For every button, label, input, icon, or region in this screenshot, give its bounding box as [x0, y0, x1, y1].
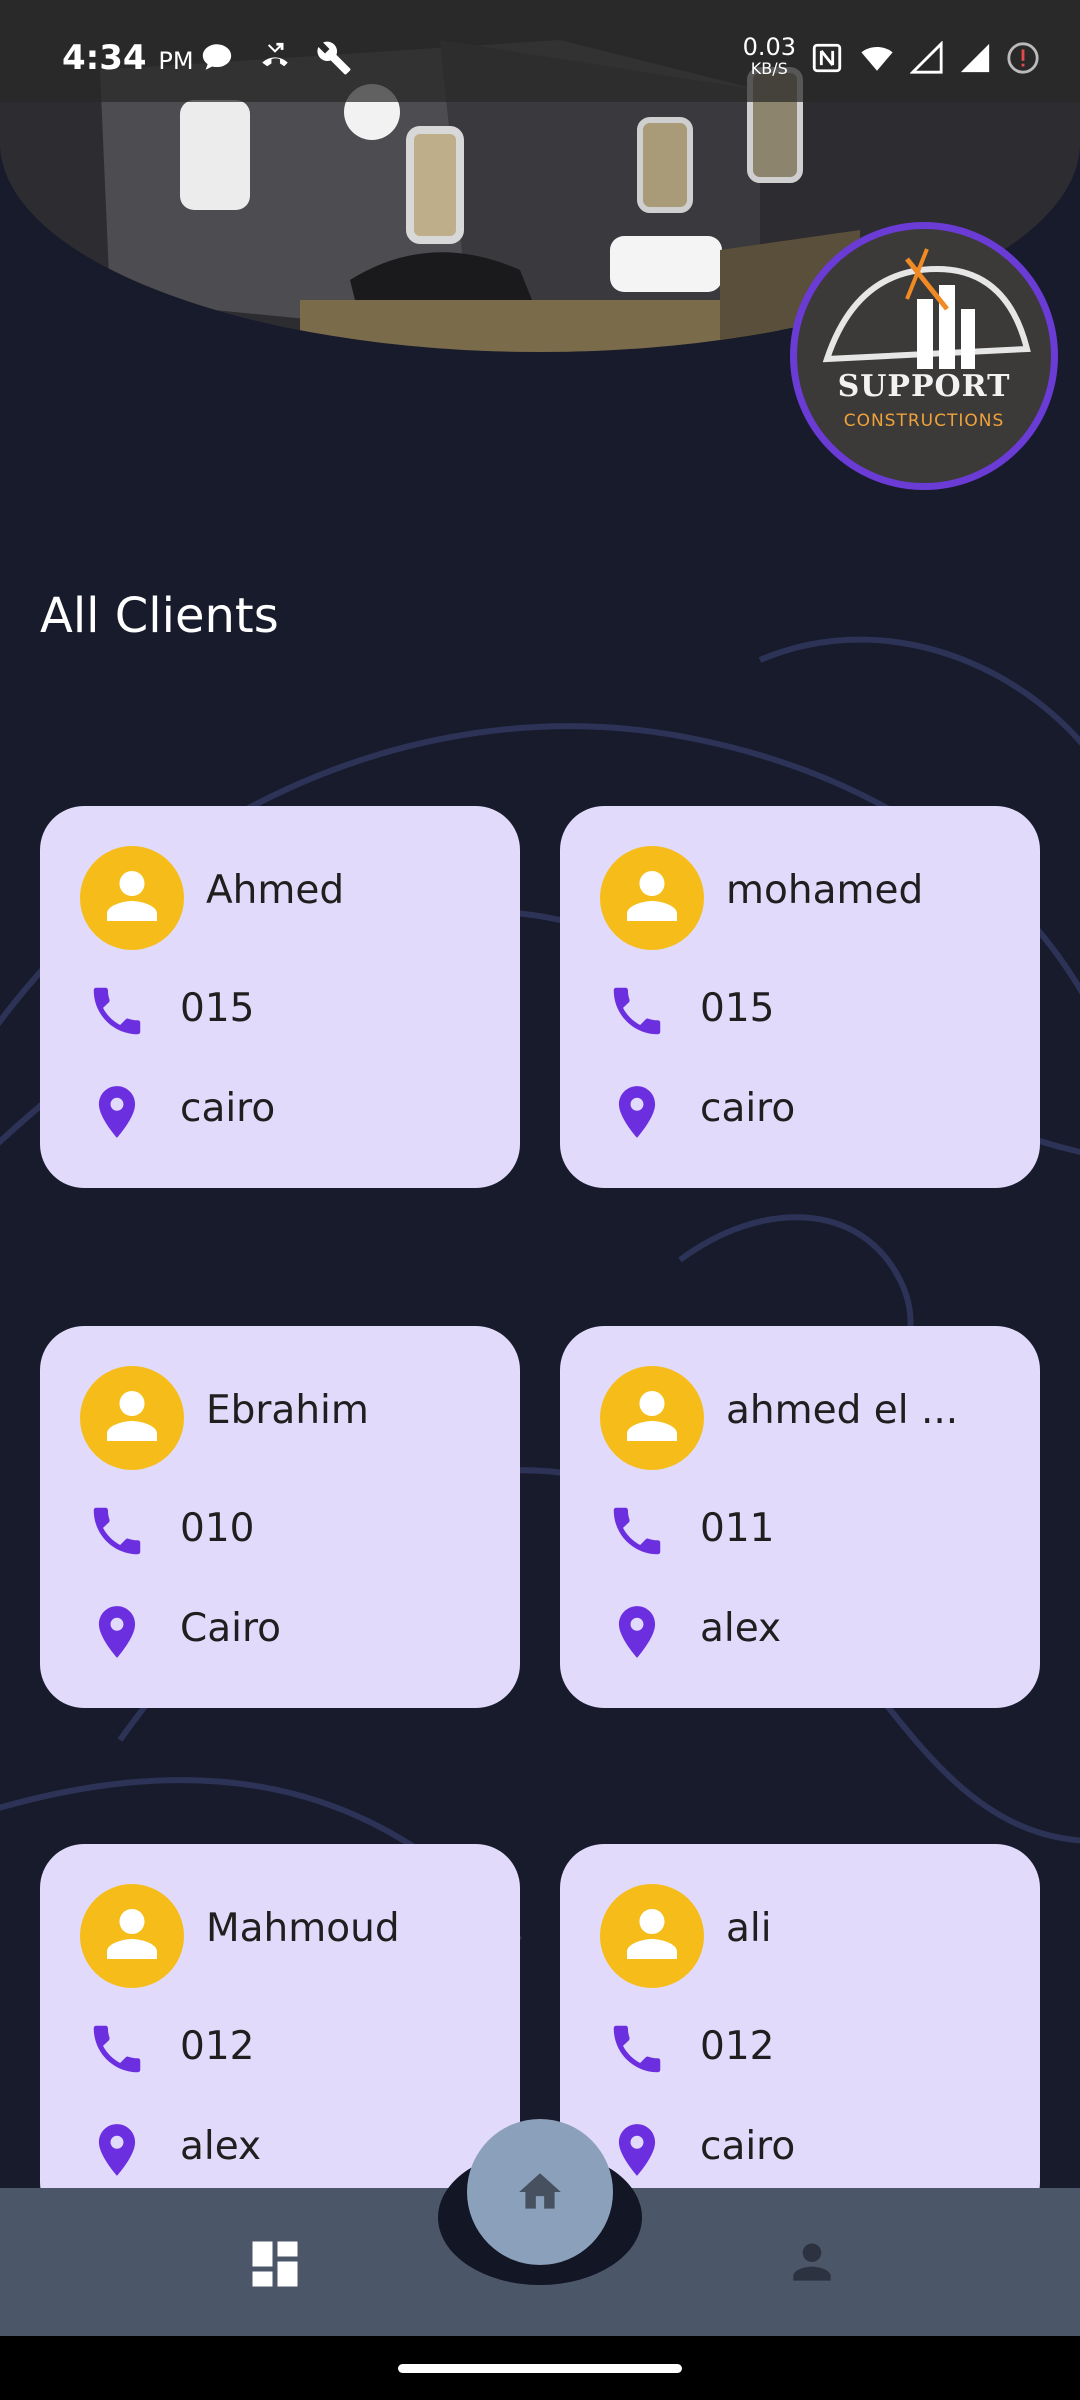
location-pin-icon: [618, 1086, 656, 1138]
person-icon: [107, 1909, 157, 1959]
status-system-icons: 0.03 KB/S: [742, 33, 1040, 80]
status-notification-icons: [200, 40, 352, 76]
client-card[interactable]: ali 012 cairo: [560, 1844, 1040, 2226]
avatar: [80, 1366, 184, 1470]
avatar: [600, 846, 704, 950]
client-city: cairo: [180, 1086, 276, 1131]
client-card[interactable]: ahmed el ... 011 alex: [560, 1326, 1040, 1708]
location-pin-icon: [98, 1606, 136, 1658]
client-card[interactable]: Ahmed 015 cairo: [40, 806, 520, 1188]
time-value: 4:34: [62, 38, 147, 78]
logo-word-constructions: CONSTRUCTIONS: [843, 411, 1005, 431]
logo-word-support: SUPPORT: [837, 369, 1011, 404]
signal-icon: [960, 43, 990, 73]
client-card[interactable]: mohamed 015 cairo: [560, 806, 1040, 1188]
client-phone: 015: [700, 986, 775, 1031]
person-icon[interactable]: [784, 2234, 840, 2290]
wrench-icon: [317, 41, 351, 75]
net-speed-unit: KB/S: [750, 59, 788, 78]
nfc-icon: [812, 43, 842, 73]
person-icon: [627, 1909, 677, 1959]
avatar: [80, 1884, 184, 1988]
person-icon: [627, 871, 677, 921]
client-name: ahmed el ...: [726, 1388, 959, 1433]
wifi-icon: [861, 47, 893, 71]
status-bar: 4:34 PM 0.03 KB/S: [0, 0, 1080, 102]
signal-icon: [910, 41, 943, 74]
avatar: [600, 1884, 704, 1988]
client-name: mohamed: [726, 868, 924, 913]
client-card[interactable]: Ebrahim 010 Cairo: [40, 1326, 520, 1708]
location-pin-icon: [618, 1606, 656, 1658]
location-pin-icon: [98, 2124, 136, 2176]
client-city: alex: [700, 1606, 782, 1651]
client-name: ali: [726, 1906, 772, 1951]
client-phone: 012: [700, 2024, 775, 2069]
net-speed-value: 0.03: [742, 33, 796, 61]
status-time: 4:34 PM: [62, 38, 194, 78]
alert-icon: [1007, 42, 1039, 74]
phone-icon: [93, 2025, 141, 2073]
location-pin-icon: [98, 1086, 136, 1138]
phone-icon: [613, 1507, 661, 1555]
dashboard-icon[interactable]: [245, 2234, 305, 2294]
phone-icon: [613, 987, 661, 1035]
missed-call-icon: [262, 42, 288, 67]
client-phone: 010: [180, 1506, 255, 1551]
phone-icon: [613, 2025, 661, 2073]
company-logo: SUPPORT CONSTRUCTIONS: [790, 222, 1058, 490]
clients-screen: 4:34 PM 0.03 KB/S SUPPORT CONSTRUCTIONS …: [0, 0, 1080, 2400]
time-ampm: PM: [158, 47, 194, 75]
client-phone: 015: [180, 986, 255, 1031]
net-speed: 0.03 KB/S: [742, 33, 796, 80]
client-name: Ahmed: [206, 868, 345, 913]
client-name: Mahmoud: [206, 1906, 400, 1951]
client-city: cairo: [700, 2124, 796, 2169]
client-card[interactable]: Mahmoud 012 alex: [40, 1844, 520, 2226]
phone-icon: [93, 1507, 141, 1555]
client-phone: 011: [700, 1506, 775, 1551]
client-city: cairo: [700, 1086, 796, 1131]
client-phone: 012: [180, 2024, 255, 2069]
page-title: All Clients: [40, 588, 279, 644]
avatar: [80, 846, 184, 950]
home-icon: [519, 2173, 561, 2209]
client-name: Ebrahim: [206, 1388, 369, 1433]
chat-bubble-icon: [202, 44, 232, 70]
person-icon: [107, 1391, 157, 1441]
client-city: Cairo: [180, 1606, 282, 1651]
client-city: alex: [180, 2124, 262, 2169]
home-button[interactable]: [467, 2119, 613, 2265]
home-gesture-pill[interactable]: [398, 2364, 682, 2373]
phone-icon: [93, 987, 141, 1035]
person-icon: [627, 1391, 677, 1441]
person-icon: [107, 871, 157, 921]
avatar: [600, 1366, 704, 1470]
